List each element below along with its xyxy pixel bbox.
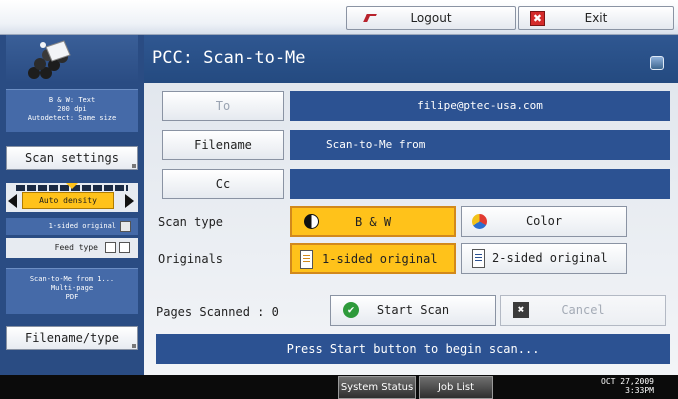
- to-button[interactable]: To: [162, 91, 284, 121]
- cc-field[interactable]: [290, 169, 670, 199]
- scan-type-bw-option[interactable]: B & W: [290, 206, 456, 237]
- scan-info-line: B & W: Text: [48, 96, 96, 104]
- feed-type-a-icon: [105, 242, 116, 253]
- auto-density-label: Auto density: [39, 196, 97, 205]
- logout-button[interactable]: Logout: [346, 6, 516, 30]
- scan-info-line: Autodetect: Same size: [27, 114, 117, 122]
- filename-button[interactable]: Filename: [162, 130, 284, 160]
- scan-type-color-option[interactable]: Color: [461, 206, 627, 237]
- density-decrease-icon[interactable]: [8, 194, 17, 208]
- date-text: OCT 27,2009: [601, 377, 654, 386]
- top-bar: Logout ✖ Exit: [0, 0, 678, 35]
- to-label: To: [215, 99, 231, 113]
- file-settings-summary: Scan-to-Me from 1... Multi-page PDF: [6, 268, 138, 314]
- job-list-label: Job List: [437, 382, 475, 393]
- job-list-button[interactable]: Job List: [419, 376, 493, 399]
- feed-type-label: Feed type: [54, 243, 98, 252]
- original-type-label: 1-sided original: [48, 222, 116, 230]
- main-header: PCC: Scan-to-Me: [144, 35, 678, 83]
- date-time-display: OCT 27,2009 3:33PM: [601, 377, 654, 395]
- left-panel: B & W: Text 200 dpi Autodetect: Same siz…: [0, 35, 144, 375]
- filename-value: Scan-to-Me from: [326, 138, 426, 151]
- two-sided-doc-icon: [472, 249, 485, 268]
- density-marker-icon: [66, 183, 78, 189]
- status-globe-icon: [650, 56, 664, 70]
- originals-1-sided-option[interactable]: 1-sided original: [290, 243, 456, 274]
- originals-label: Originals: [158, 252, 224, 266]
- density-control: Auto density: [6, 183, 138, 212]
- button-corner-icon: [132, 344, 136, 348]
- scan-type-bw-label: B & W: [354, 215, 392, 229]
- pages-scanned-counter: Pages Scanned : 0: [156, 305, 279, 319]
- scan-info-line: 200 dpi: [57, 105, 87, 113]
- file-info-line: Multi-page: [50, 284, 94, 292]
- logout-label: Logout: [410, 11, 452, 25]
- scan-type-color-label: Color: [525, 214, 563, 228]
- exit-label: Exit: [584, 11, 608, 25]
- system-status-label: System Status: [340, 382, 414, 393]
- file-info-line: PDF: [65, 293, 79, 301]
- start-scan-button[interactable]: ✔ Start Scan: [330, 295, 496, 326]
- filename-field[interactable]: Scan-to-Me from: [290, 130, 670, 160]
- filename-type-label: Filename/type: [25, 331, 119, 345]
- to-value: filipe@ptec-usa.com: [417, 99, 543, 112]
- time-text: 3:33PM: [625, 386, 654, 395]
- auto-density-button[interactable]: Auto density: [22, 192, 114, 209]
- to-field[interactable]: filipe@ptec-usa.com: [290, 91, 670, 121]
- originals-2-sided-label: 2-sided original: [492, 251, 608, 265]
- status-message: Press Start button to begin scan...: [286, 342, 540, 356]
- density-increase-icon[interactable]: [125, 194, 134, 208]
- feed-type-indicator: Feed type: [6, 238, 138, 258]
- filename-label: Filename: [194, 138, 252, 152]
- original-doc-icon: [120, 221, 131, 232]
- feed-type-b-icon: [119, 242, 130, 253]
- filename-type-button[interactable]: Filename/type: [6, 326, 138, 350]
- cancel-button[interactable]: ✖ Cancel: [500, 295, 666, 326]
- cc-button[interactable]: Cc: [162, 169, 284, 199]
- bottom-bar: System Status Job List OCT 27,2009 3:33P…: [0, 375, 678, 399]
- cancel-label: Cancel: [561, 303, 605, 317]
- page-title: PCC: Scan-to-Me: [152, 48, 306, 68]
- cc-label: Cc: [215, 177, 231, 191]
- scan-form: To filipe@ptec-usa.com Filename Scan-to-…: [144, 83, 678, 375]
- scanner-balls-icon: [28, 40, 71, 79]
- scan-settings-summary: B & W: Text 200 dpi Autodetect: Same siz…: [6, 89, 138, 132]
- status-message-bar: Press Start button to begin scan...: [156, 334, 670, 364]
- start-scan-label: Start Scan: [376, 303, 450, 317]
- scan-type-label: Scan type: [158, 215, 224, 229]
- system-status-button[interactable]: System Status: [338, 376, 416, 399]
- button-corner-icon: [132, 164, 136, 168]
- scanner-logo: [6, 35, 138, 83]
- originals-2-sided-option[interactable]: 2-sided original: [461, 243, 627, 274]
- density-scale: [16, 183, 128, 191]
- scan-settings-button[interactable]: Scan settings: [6, 146, 138, 170]
- exit-button[interactable]: ✖ Exit: [518, 6, 674, 30]
- one-sided-doc-icon: [300, 250, 313, 269]
- file-info-line: Scan-to-Me from 1...: [29, 275, 115, 283]
- originals-1-sided-label: 1-sided original: [322, 252, 438, 266]
- original-type-indicator: 1-sided original: [6, 218, 138, 235]
- scan-settings-label: Scan settings: [25, 151, 119, 165]
